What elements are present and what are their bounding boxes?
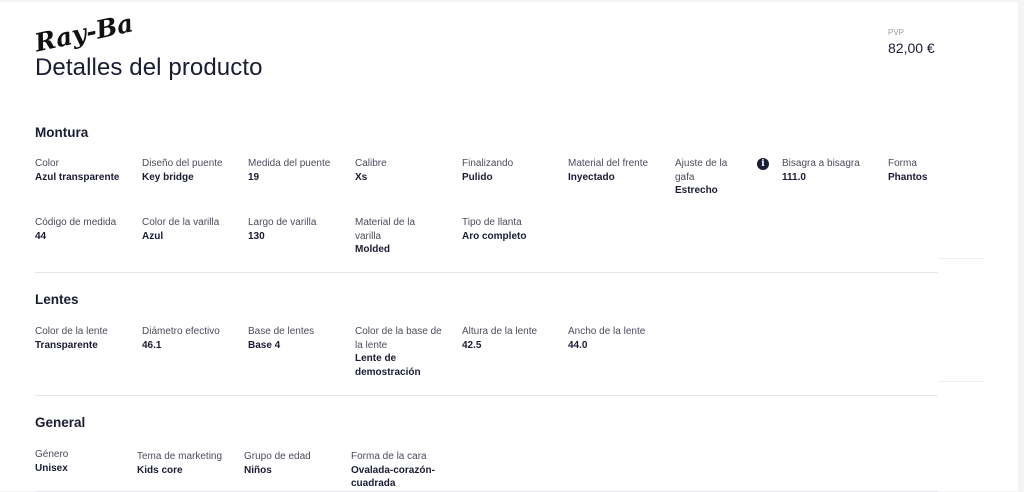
attr-lens-base: Base de lentes Base 4: [248, 325, 344, 352]
attr-gender: Género Unisex: [35, 448, 131, 475]
attr-value: Lente de demostración: [355, 353, 421, 378]
attr-value: Aro completo: [462, 230, 527, 242]
attr-value: 44.0: [568, 339, 588, 351]
attr-temple-length: Largo de varilla 130: [248, 216, 344, 243]
brand-logo: Ray-Ban: [31, 4, 153, 59]
attr-finish: Finalizando Pulido: [462, 157, 558, 184]
attr-value: 46.1: [142, 339, 162, 351]
attr-value: 42.5: [462, 339, 482, 351]
attr-shape: Forma Phantos: [888, 157, 984, 184]
attr-label: Material de la varilla: [355, 217, 416, 242]
attr-label: Color: [35, 158, 59, 169]
attr-size-code: Código de medida 44: [35, 216, 131, 243]
attr-value: Pulido: [462, 171, 493, 183]
attr-value: Inyectado: [568, 171, 615, 183]
product-details-card: Ray-Ban Detalles del producto PVP 82,00 …: [0, 2, 1018, 492]
attr-hinge-to-hinge: Bisagra a bisagra 111.0: [782, 157, 878, 184]
price-block: PVP 82,00 €: [888, 28, 935, 56]
attr-value: Unisex: [35, 462, 68, 474]
brand-logo-text: Ray-Ban: [32, 5, 132, 54]
attr-value: Azul: [142, 230, 164, 242]
attr-label: Color de la varilla: [142, 217, 220, 228]
attr-value: Base 4: [248, 339, 281, 351]
attr-label: Género: [35, 449, 69, 460]
attr-lens-width: Ancho de la lente 44.0: [568, 325, 664, 352]
attr-value: Ovalada-corazón-cuadrada: [351, 464, 435, 490]
attr-face-shape: Forma de la cara Ovalada-corazón-cuadrad…: [351, 450, 447, 491]
attr-label: Forma: [888, 158, 917, 169]
attr-label: Grupo de edad: [244, 451, 311, 462]
attr-lens-color: Color de la lente Transparente: [35, 325, 131, 352]
attr-value: Azul transparente: [35, 171, 120, 183]
attr-temple-material: Material de la varilla Molded: [355, 216, 435, 257]
attr-label: Ancho de la lente: [568, 326, 646, 337]
attr-value: 44: [35, 230, 47, 242]
section-title-frame: Montura: [35, 125, 89, 140]
attr-value: Kids core: [137, 464, 183, 476]
attr-value: Niños: [244, 464, 272, 476]
page-title: Detalles del producto: [35, 54, 263, 81]
attr-value: Molded: [355, 244, 390, 255]
attr-bridge-size: Medida del puente 19: [248, 157, 344, 184]
attr-label: Forma de la cara: [351, 451, 427, 462]
attr-age-group: Grupo de edad Niños: [244, 450, 340, 477]
attr-frame-color: Color Azul transparente: [35, 157, 131, 184]
section-divider: [35, 272, 938, 273]
section-divider: [35, 395, 938, 396]
attr-front-material: Material del frente Inyectado: [568, 157, 664, 184]
attr-label: Tema de marketing: [137, 451, 223, 462]
attr-value: Xs: [355, 171, 368, 183]
price-label: PVP: [888, 28, 905, 37]
section-divider-tail: [938, 258, 984, 259]
attr-marketing-theme: Tema de marketing Kids core: [137, 450, 233, 477]
attr-label: Largo de varilla: [248, 217, 317, 228]
attr-value: 19: [248, 171, 260, 183]
attr-value: 130: [248, 230, 265, 242]
attr-value: Key bridge: [142, 171, 194, 183]
section-title-general: General: [35, 415, 86, 430]
attr-fit: Ajuste de la gafa Estrecho: [675, 157, 739, 198]
price-value: 82,00 €: [888, 40, 935, 56]
attr-label: Material del frente: [568, 158, 649, 169]
attr-value: Phantos: [888, 171, 928, 183]
attr-label: Tipo de llanta: [462, 217, 522, 228]
attr-label: Diámetro efectivo: [142, 326, 220, 337]
attr-label: Código de medida: [35, 217, 117, 228]
attr-label: Bisagra a bisagra: [782, 158, 860, 169]
attr-temple-color: Color de la varilla Azul: [142, 216, 238, 243]
attr-bridge-design: Diseño del puente Key bridge: [142, 157, 238, 184]
section-title-lenses: Lentes: [35, 292, 79, 307]
info-icon[interactable]: i: [757, 158, 769, 170]
section-divider-tail: [938, 381, 984, 382]
attr-rim-type: Tipo de llanta Aro completo: [462, 216, 558, 243]
attr-label: Ajuste de la gafa: [675, 158, 728, 183]
attr-caliber: Calibre Xs: [355, 157, 451, 184]
attr-label: Altura de la lente: [462, 326, 538, 337]
attr-label: Calibre: [355, 158, 387, 169]
attr-label: Color de la lente: [35, 326, 108, 337]
attr-value: Estrecho: [675, 185, 718, 196]
attr-label: Color de la base de la lente: [355, 326, 442, 351]
attr-label: Medida del puente: [248, 158, 331, 169]
attr-lens-height: Altura de la lente 42.5: [462, 325, 558, 352]
attr-label: Diseño del puente: [142, 158, 223, 169]
attr-value: 111.0: [782, 171, 806, 183]
attr-label: Base de lentes: [248, 326, 315, 337]
attr-lens-base-color: Color de la base de la lente Lente de de…: [355, 325, 451, 379]
attr-label: Finalizando: [462, 158, 514, 169]
attr-value: Transparente: [35, 339, 98, 351]
attr-effective-diameter: Diámetro efectivo 46.1: [142, 325, 238, 352]
